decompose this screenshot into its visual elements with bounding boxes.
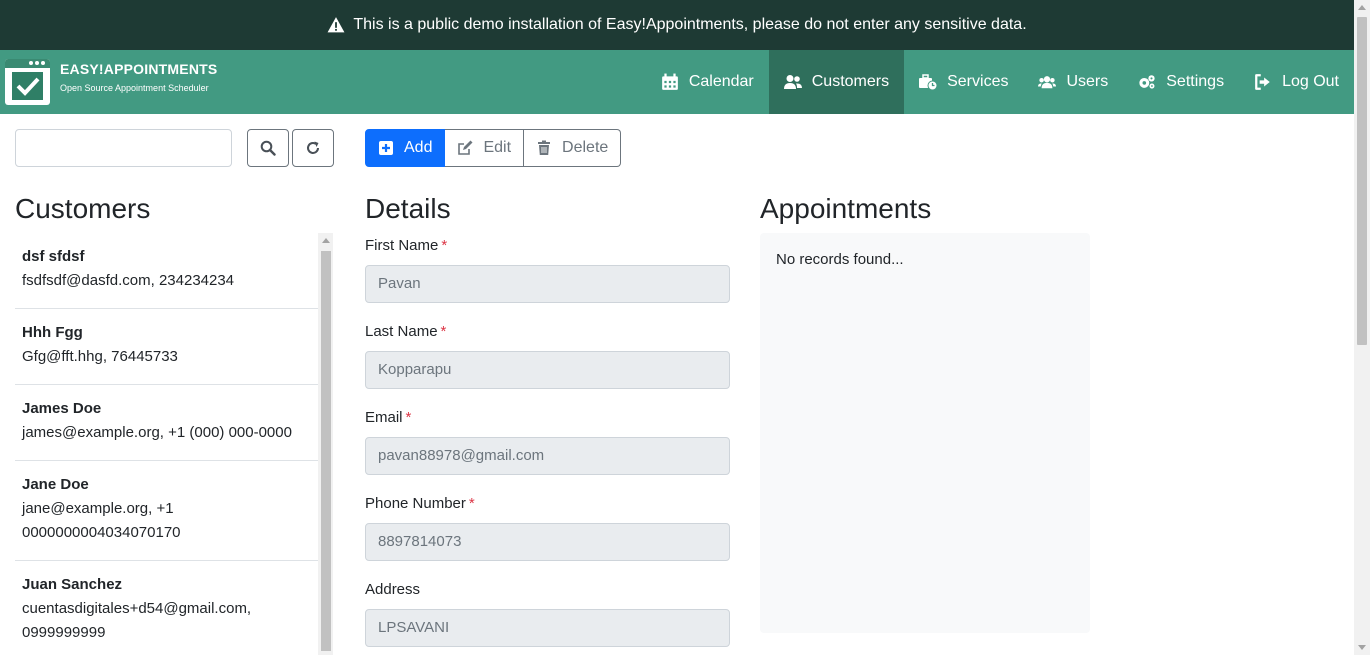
brand-title: EASY!APPOINTMENTS	[60, 61, 218, 77]
refresh-icon	[307, 141, 319, 154]
list-item[interactable]: Hhh Fgg Gfg@fft.hhg, 76445733	[15, 309, 318, 385]
list-item[interactable]: dsf sfdsf fsdfsdf@dasfd.com, 234234234	[15, 233, 318, 309]
required-mark: *	[468, 495, 475, 512]
customer-info: james@example.org, +1 (000) 000-0000	[22, 424, 292, 441]
gears-icon	[1139, 75, 1155, 89]
customer-name: Jane Doe	[22, 476, 89, 493]
email-field[interactable]: pavan88978@gmail.com	[365, 437, 730, 475]
first-name-field[interactable]: Pavan	[365, 265, 730, 303]
required-mark: *	[441, 237, 448, 254]
search-input[interactable]	[15, 129, 232, 167]
action-button-group: Add Edit Delete	[365, 129, 622, 167]
customers-heading: Customers	[15, 193, 151, 224]
nav-customers[interactable]: Customers	[768, 50, 905, 114]
sign-out-icon	[1255, 74, 1270, 90]
address-label: Address	[365, 581, 421, 598]
required-mark: *	[440, 323, 447, 340]
nav-calendar[interactable]: Calendar	[646, 50, 769, 114]
email-label: Email *	[365, 409, 412, 426]
logo	[5, 59, 50, 105]
nav-services[interactable]: Services	[904, 50, 1023, 114]
page-scrollbar[interactable]	[1354, 0, 1370, 655]
address-field[interactable]: LPSAVANI	[365, 609, 730, 647]
brand-subtitle: Open Source Appointment Scheduler	[60, 83, 209, 93]
first-name-label: First Name *	[365, 237, 448, 254]
customer-name: Hhh Fgg	[22, 324, 83, 341]
required-mark: *	[405, 409, 412, 426]
edit-button-label: Edit	[483, 139, 512, 156]
customer-info: jane@example.org, +1 0000000004034070170	[22, 500, 181, 541]
search-icon	[260, 140, 276, 156]
brand[interactable]: EASY!APPOINTMENTS Open Source Appointmen…	[5, 59, 217, 105]
nav-logout-label: Log Out	[1282, 73, 1339, 90]
add-button[interactable]: Add	[365, 129, 446, 167]
nav-users[interactable]: Users	[1023, 50, 1123, 114]
calendar-icon	[661, 73, 678, 90]
user-gear-icon	[1038, 76, 1057, 89]
nav-logout[interactable]: Log Out	[1239, 50, 1354, 114]
main-nav: Calendar Customers Services Users Settin…	[646, 50, 1354, 114]
appointments-heading: Appointments	[760, 193, 932, 224]
customer-name: Juan Sanchez	[22, 576, 123, 593]
list-item[interactable]: Jane Doe jane@example.org, +1 0000000004…	[15, 461, 318, 561]
nav-settings-label: Settings	[1166, 73, 1225, 90]
customer-name: dsf sfdsf	[22, 248, 85, 265]
appointments-list: No records found...	[760, 233, 1090, 633]
warning-icon	[327, 17, 345, 33]
add-button-label: Add	[404, 139, 433, 156]
customer-list: dsf sfdsf fsdfsdf@dasfd.com, 234234234 H…	[15, 233, 333, 655]
nav-users-label: Users	[1066, 73, 1109, 90]
customer-name: James Doe	[22, 400, 102, 417]
customer-list-scrollbar[interactable]	[318, 233, 333, 655]
trash-icon	[538, 140, 551, 155]
navbar: EASY!APPOINTMENTS Open Source Appointmen…	[0, 50, 1354, 114]
banner-text: This is a public demo installation of Ea…	[353, 16, 1027, 33]
delete-button[interactable]: Delete	[524, 129, 622, 167]
last-name-label: Last Name *	[365, 323, 447, 340]
phone-label: Phone Number *	[365, 495, 475, 512]
delete-button-label: Delete	[562, 139, 609, 156]
scrollbar-thumb[interactable]	[1357, 17, 1367, 345]
check-icon	[12, 72, 43, 100]
search-button[interactable]	[247, 129, 289, 167]
edit-icon	[458, 140, 473, 155]
nav-services-label: Services	[947, 73, 1009, 90]
scroll-up-arrow[interactable]	[322, 238, 330, 243]
plus-square-icon	[379, 141, 393, 155]
scroll-down-arrow[interactable]	[1358, 645, 1366, 650]
customer-info: fsdfsdf@dasfd.com, 234234234	[22, 272, 235, 289]
scroll-up-arrow[interactable]	[1358, 5, 1366, 10]
list-item[interactable]: James Doe james@example.org, +1 (000) 00…	[15, 385, 318, 461]
details-heading: Details	[365, 193, 451, 224]
edit-button[interactable]: Edit	[445, 129, 525, 167]
nav-settings[interactable]: Settings	[1123, 50, 1239, 114]
last-name-field[interactable]: Kopparapu	[365, 351, 730, 389]
briefcase-clock-icon	[919, 74, 938, 91]
empty-message: No records found...	[776, 251, 904, 268]
customer-info: Gfg@fft.hhg, 76445733	[22, 348, 178, 365]
refresh-button[interactable]	[292, 129, 334, 167]
scrollbar-thumb[interactable]	[321, 251, 331, 651]
nav-customers-label: Customers	[811, 73, 890, 90]
customer-info: cuentasdigitales+d54@gmail.com, 09999999…	[22, 600, 252, 641]
phone-field[interactable]: 8897814073	[365, 523, 730, 561]
users-icon	[783, 75, 802, 89]
nav-calendar-label: Calendar	[688, 73, 754, 90]
demo-banner: This is a public demo installation of Ea…	[0, 0, 1354, 50]
list-item[interactable]: Juan Sanchez cuentasdigitales+d54@gmail.…	[15, 561, 318, 655]
